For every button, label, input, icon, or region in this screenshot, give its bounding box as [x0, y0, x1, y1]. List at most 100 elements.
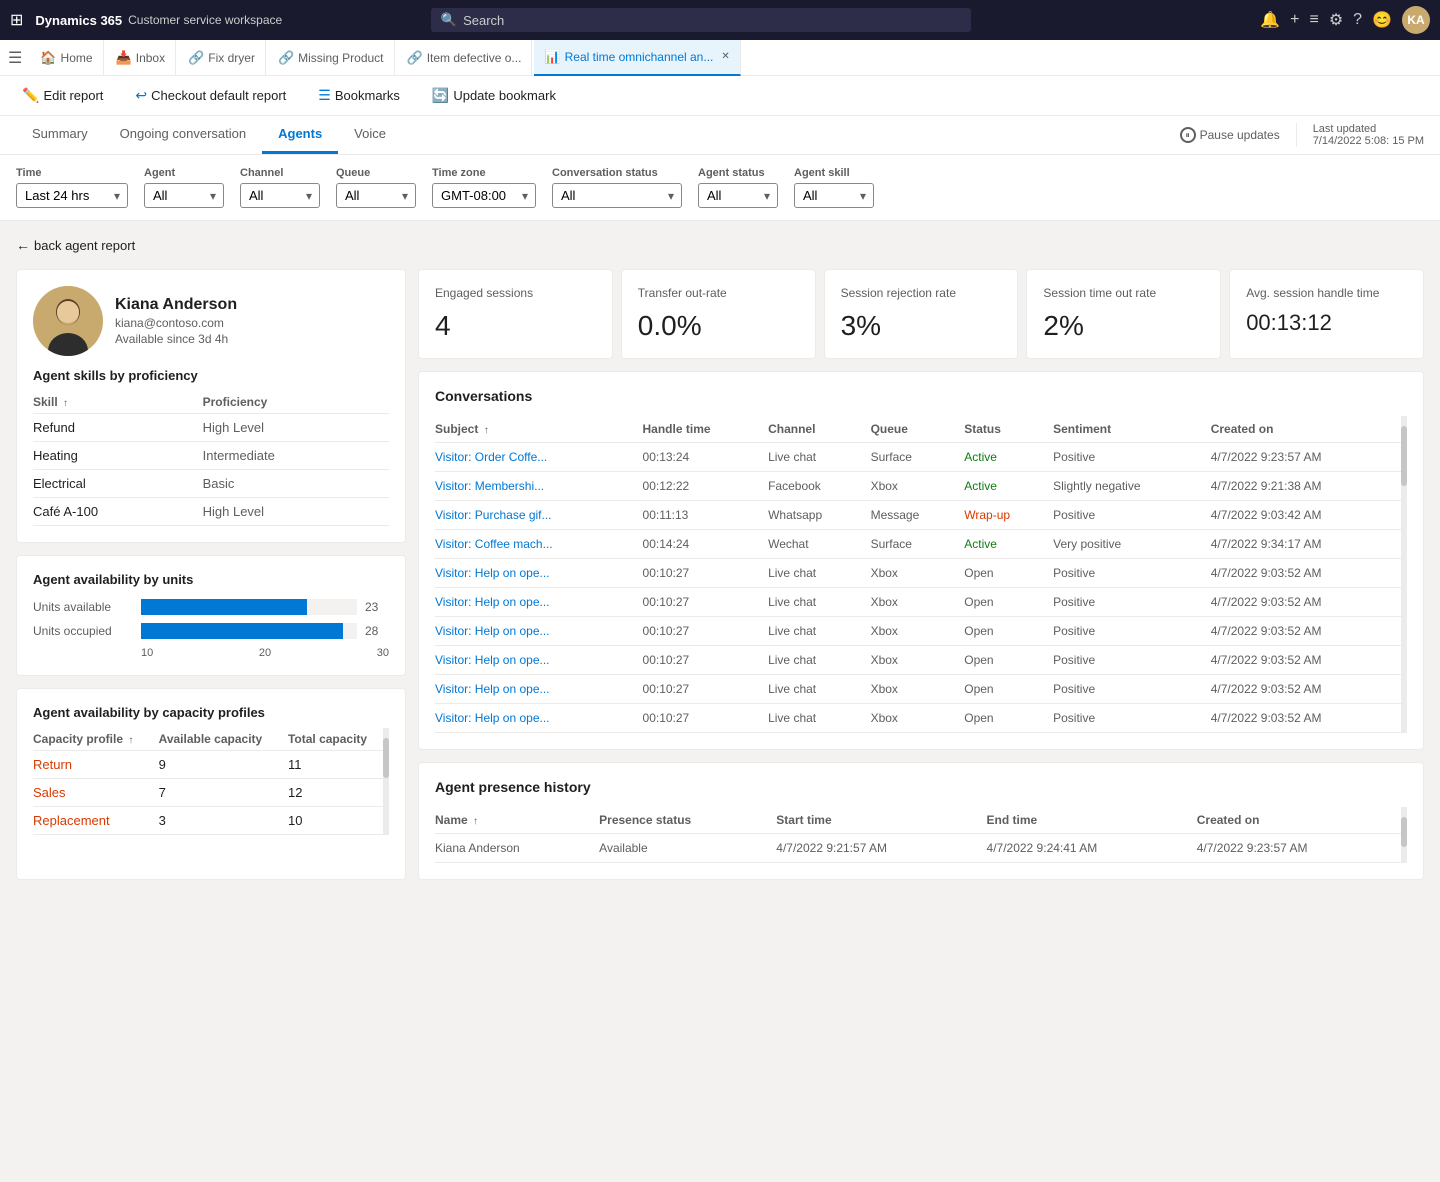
update-bookmark-button[interactable]: 🔄 Update bookmark — [426, 83, 562, 108]
conv-subject[interactable]: Visitor: Membershi... — [435, 471, 643, 500]
tab-realtimeomni-label: Real time omnichannel an... — [565, 50, 714, 64]
notification-icon[interactable]: 🔔 — [1260, 10, 1280, 30]
presence-sort-icon[interactable]: ↑ — [473, 816, 478, 827]
tab-summary[interactable]: Summary — [16, 116, 104, 154]
capacity-profile-name[interactable]: Sales — [33, 779, 159, 807]
agent-since: Available since 3d 4h — [115, 332, 237, 346]
conv-status-col: Status — [964, 416, 1053, 443]
filter-agent-skill-wrapper: All — [794, 183, 874, 208]
filter-agent-skill-select[interactable]: All — [794, 183, 874, 208]
conv-subject[interactable]: Visitor: Help on ope... — [435, 616, 643, 645]
checkout-report-button[interactable]: ↩ Checkout default report — [129, 83, 292, 108]
capacity-profile-name[interactable]: Return — [33, 751, 159, 779]
bar-track — [141, 623, 357, 639]
back-agent-report-link[interactable]: ← back agent report — [16, 229, 1424, 261]
skill-sort-icon[interactable]: ↑ — [63, 398, 68, 409]
bar-rows: Units available 23 Units occupied 28 — [33, 599, 389, 639]
filter-conv-status-label: Conversation status — [552, 167, 682, 179]
skill-proficiency: Basic — [203, 470, 389, 498]
tab-home[interactable]: 🏠 Home — [30, 40, 103, 76]
filter-timezone-select[interactable]: GMT-08:00 — [432, 183, 536, 208]
conv-subject[interactable]: Visitor: Help on ope... — [435, 587, 643, 616]
agent-photo — [33, 286, 103, 356]
filter-timezone-label: Time zone — [432, 167, 536, 179]
filter-conv-status-select[interactable]: All — [552, 183, 682, 208]
edit-report-button[interactable]: ✏️ Edit report — [16, 83, 109, 108]
conversation-row: Visitor: Coffee mach... 00:14:24 Wechat … — [435, 529, 1407, 558]
filter-channel-select[interactable]: All — [240, 183, 320, 208]
conversation-row: Visitor: Help on ope... 00:10:27 Live ch… — [435, 558, 1407, 587]
conv-sentiment: Positive — [1053, 616, 1211, 645]
conv-subject[interactable]: Visitor: Help on ope... — [435, 674, 643, 703]
tab-missingproduct[interactable]: 🔗 Missing Product — [268, 40, 395, 76]
axis-10: 10 — [141, 647, 153, 659]
link-icon-missingproduct: 🔗 — [278, 50, 294, 66]
metric-value: 3% — [841, 310, 1002, 342]
tab-agents[interactable]: Agents — [262, 116, 338, 154]
conv-subject[interactable]: Visitor: Order Coffe... — [435, 442, 643, 471]
tab-itemdefective[interactable]: 🔗 Item defective o... — [397, 40, 533, 76]
conv-subject[interactable]: Visitor: Purchase gif... — [435, 500, 643, 529]
app-grid-icon[interactable]: ⊞ — [10, 10, 23, 30]
conv-subject[interactable]: Visitor: Coffee mach... — [435, 529, 643, 558]
filter-agent-status-select[interactable]: All — [698, 183, 778, 208]
tab-close-icon[interactable]: ✕ — [721, 51, 729, 62]
filter-agent-select[interactable]: All — [144, 183, 224, 208]
capacity-row: Return 9 11 — [33, 751, 389, 779]
conv-createdon-col: Created on — [1211, 416, 1407, 443]
feedback-icon[interactable]: 😊 — [1372, 10, 1392, 30]
avatar[interactable]: KA — [1402, 6, 1430, 34]
capacity-available: 7 — [159, 779, 288, 807]
conv-channel: Live chat — [768, 616, 870, 645]
conv-status: Open — [964, 587, 1053, 616]
add-icon[interactable]: + — [1290, 11, 1299, 29]
tab-ongoing[interactable]: Ongoing conversation — [104, 116, 262, 154]
tab-inbox[interactable]: 📥 Inbox — [106, 40, 177, 76]
filter-channel-label: Channel — [240, 167, 320, 179]
filter-time-label: Time — [16, 167, 128, 179]
pause-updates-button[interactable]: ⏸ Pause updates — [1180, 127, 1280, 143]
capacity-row: Sales 7 12 — [33, 779, 389, 807]
conv-sentiment: Positive — [1053, 645, 1211, 674]
availability-bar-row: Units occupied 28 — [33, 623, 389, 639]
conv-sentiment: Positive — [1053, 587, 1211, 616]
conv-queue: Xbox — [871, 674, 965, 703]
metric-card-avg-session-handle: Avg. session handle time 00:13:12 — [1229, 269, 1424, 359]
conv-channel: Live chat — [768, 558, 870, 587]
filter-queue-select[interactable]: All — [336, 183, 416, 208]
conv-subject[interactable]: Visitor: Help on ope... — [435, 645, 643, 674]
filter-timezone: Time zone GMT-08:00 — [432, 167, 536, 208]
conv-subject[interactable]: Visitor: Help on ope... — [435, 703, 643, 732]
conv-subject[interactable]: Visitor: Help on ope... — [435, 558, 643, 587]
tab-bar-menu-icon[interactable]: ☰ — [8, 48, 22, 68]
presence-name-col: Name ↑ — [435, 807, 599, 834]
metric-value: 0.0% — [638, 310, 799, 342]
brand-module: Customer service workspace — [128, 13, 282, 27]
conv-sentiment: Slightly negative — [1053, 471, 1211, 500]
settings-icon[interactable]: ⚙ — [1329, 10, 1343, 30]
link-icon-itemdefective: 🔗 — [407, 50, 423, 66]
conv-sort-icon[interactable]: ↑ — [484, 425, 489, 436]
filter-time-select[interactable]: Last 24 hrs Last 7 days Last 30 days — [16, 183, 128, 208]
capacity-sort-icon[interactable]: ↑ — [128, 735, 133, 746]
conversation-row: Visitor: Membershi... 00:12:22 Facebook … — [435, 471, 1407, 500]
conv-channel: Live chat — [768, 645, 870, 674]
help-icon[interactable]: ? — [1353, 11, 1362, 29]
checkout-icon: ↩ — [135, 87, 147, 104]
back-arrow-icon: ← — [16, 237, 30, 253]
conv-queue: Xbox — [871, 645, 965, 674]
conv-handle-time: 00:11:13 — [643, 500, 769, 529]
tab-realtimeomni[interactable]: 📊 Real time omnichannel an... ✕ — [534, 40, 740, 76]
bookmarks-icon: ☰ — [318, 87, 331, 104]
tab-fixdryer[interactable]: 🔗 Fix dryer — [178, 40, 266, 76]
presence-section: Agent presence history Name ↑ Presence s… — [418, 762, 1424, 880]
bookmarks-button[interactable]: ☰ Bookmarks — [312, 83, 406, 108]
conv-created-on: 4/7/2022 9:03:52 AM — [1211, 674, 1407, 703]
tab-voice[interactable]: Voice — [338, 116, 402, 154]
search-box[interactable]: 🔍 Search — [431, 8, 971, 32]
capacity-profile-name[interactable]: Replacement — [33, 807, 159, 835]
metric-card-session-rejection-rate: Session rejection rate 3% — [824, 269, 1019, 359]
conversations-section: Conversations Subject ↑ Handle time Chan… — [418, 371, 1424, 750]
filter-icon[interactable]: ≡ — [1309, 11, 1318, 29]
skill-proficiency: Intermediate — [203, 442, 389, 470]
